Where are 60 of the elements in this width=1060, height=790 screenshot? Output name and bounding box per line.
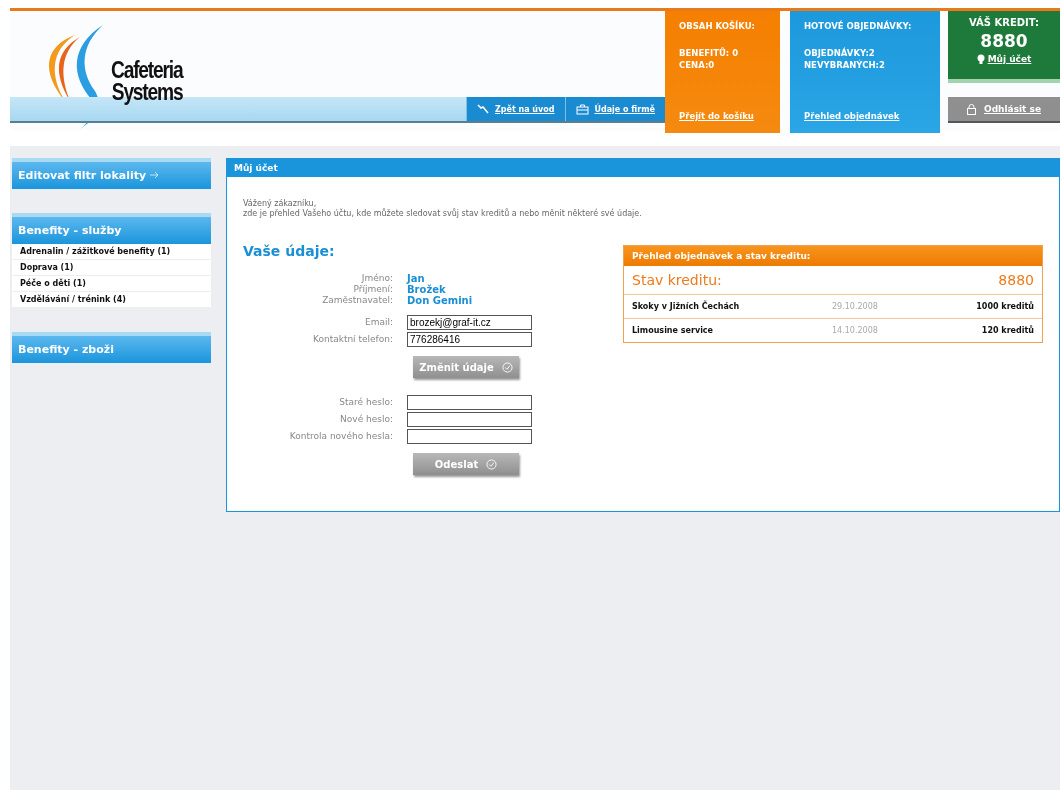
cart-summary: BENEFITŮ: 0 [679,47,740,59]
orders-summary: OBJEDNÁVKY:2 [804,47,876,59]
field-label: Staré heslo: [338,397,393,408]
order-date: 29.10.2008 [832,302,879,311]
orders-summary: NEVYBRANÝCH:2 [804,59,886,71]
sidebar-item[interactable]: Adrenalin / zážitkové benefity (1) [12,244,211,260]
field-value: Don Gemini [407,295,474,306]
panel-title: Můj účet [227,159,1059,177]
send-button[interactable]: Odeslat [413,453,519,475]
lock-icon [967,103,976,115]
nav-link[interactable]: Údaje o firmě [564,97,665,121]
logout-button[interactable]: Odhlásit se [948,97,1060,123]
field-label: Kontaktní telefon: [311,334,393,345]
order-amount: 120 kreditů [980,326,1034,335]
bulb-icon [976,54,985,64]
orders-link[interactable]: Přehled objednávek [804,111,926,121]
order-name: Limousine service [632,326,715,335]
sidebar-item[interactable]: Péče o děti (1) [12,276,211,292]
sidebar-item[interactable]: Vzdělávání / trénink (4) [12,292,211,308]
order-name: Skoky v Jižních Čechách [632,302,741,311]
field-label: Kontrola nového hesla: [288,431,393,442]
credit-amount: 8880 [980,31,1028,51]
order-date: 14.10.2008 [832,326,879,335]
balance-value: 8880 [998,272,1034,288]
nav-link[interactable]: Zpět na úvod [465,97,565,121]
field-value: Jan [407,273,425,284]
order-amount: 1000 kreditů [975,302,1034,311]
sidebar-heading[interactable]: Benefity - služby [12,213,211,244]
field-label: Email: [364,317,393,328]
password-field[interactable] [407,412,532,427]
intro-text: zde je přehled Vašeho účtu, kde můžete sledovat svůj stav kreditů a nebo měnit některé své údaje. [243,209,643,219]
field-value: Brožek [407,284,447,295]
wand-icon [476,104,489,114]
orders-title: HOTOVÉ OBJEDNÁVKY: [804,21,913,31]
section-heading: Vaše údaje: [243,243,336,259]
field-label: Nové heslo: [339,414,393,425]
check-icon [486,458,498,470]
input-field[interactable]: 776286416 [407,332,532,347]
sidebar-heading[interactable]: Editovat filtr lokality [12,158,211,189]
sidebar-heading[interactable]: Benefity - zboži [12,332,211,363]
check-icon [501,361,513,373]
overview-title: Přehled objednávek a stav kreditu: [624,246,1042,266]
password-field[interactable] [407,429,532,444]
cart-summary: CENA:0 [679,59,716,71]
sidebar-item[interactable]: Doprava (1) [12,260,211,276]
logo-text: Cafeteria Systems [111,59,183,103]
save-button[interactable]: Změnit údaje [413,356,519,378]
briefcase-icon [575,103,589,115]
arrow-icon [150,171,160,179]
greeting-text: Vážený zákazníku, [243,199,318,208]
credit-title: VÁŠ KREDIT: [968,17,1040,28]
input-field[interactable]: brozekj@graf-it.cz [407,315,532,330]
password-field[interactable] [407,395,532,410]
cart-link[interactable]: Přejít do košíku [679,111,766,121]
field-label: Příjmení: [352,284,393,295]
account-link[interactable]: Můj účet [976,54,1032,64]
balance-label: Stav kreditu: [632,272,722,288]
field-label: Jméno: [360,273,393,284]
cart-title: OBSAH KOŠÍKU: [679,21,756,31]
field-label: Zaměstnavatel: [321,295,393,306]
